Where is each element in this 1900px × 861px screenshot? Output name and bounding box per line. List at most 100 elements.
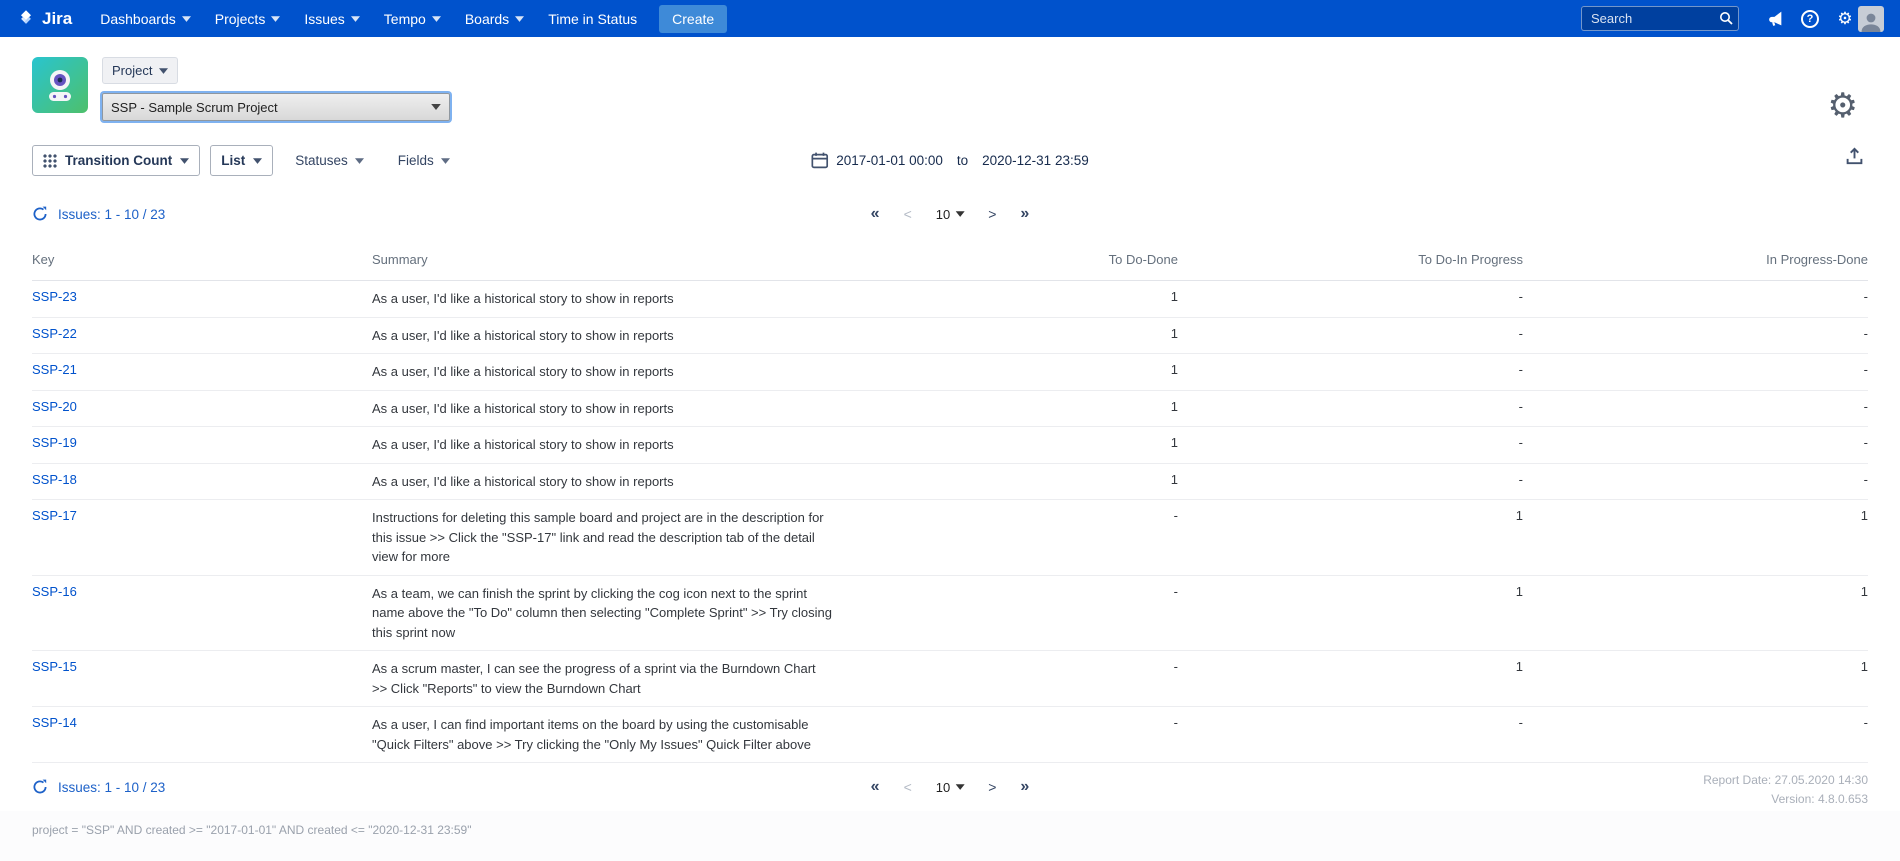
prev-page-button[interactable]: <: [904, 206, 912, 222]
nav-projects[interactable]: Projects: [203, 0, 293, 37]
issues-count-label: Issues: 1 - 10 / 23: [58, 207, 165, 222]
project-select[interactable]: SSP - Sample Scrum Project: [102, 93, 450, 121]
todo-inprogress-value: -: [1519, 472, 1523, 487]
help-icon[interactable]: ?: [1797, 6, 1823, 32]
fields-dropdown[interactable]: Fields: [386, 146, 462, 175]
report-settings-gear-icon[interactable]: ⚙: [1828, 89, 1858, 123]
issues-info: Issues: 1 - 10 / 23: [32, 779, 165, 795]
issue-key-link[interactable]: SSP-19: [32, 435, 77, 450]
list-controls-bottom: Issues: 1 - 10 / 23 « < 10 > » Report Da…: [0, 763, 1900, 811]
date-range-picker[interactable]: 2017-01-01 00:00 to 2020-12-31 23:59: [811, 152, 1088, 169]
issue-summary: As a user, I'd like a historical story t…: [372, 399, 833, 419]
column-header-key: Key: [32, 242, 372, 281]
project-controls: Project SSP - Sample Scrum Project: [102, 57, 450, 121]
refresh-icon[interactable]: [32, 206, 48, 222]
nav-tempo-label: Tempo: [384, 11, 426, 27]
last-page-button[interactable]: »: [1020, 778, 1029, 796]
prev-page-button[interactable]: <: [904, 779, 912, 795]
gear-glyph: ⚙: [1837, 10, 1852, 27]
chevron-down-icon: [253, 158, 262, 164]
column-header-todo-inprogress: To Do-In Progress: [1178, 242, 1523, 281]
todo-inprogress-value: -: [1519, 326, 1523, 341]
inprogress-done-value: -: [1864, 399, 1868, 414]
statuses-dropdown[interactable]: Statuses: [283, 146, 376, 175]
issues-count-label: Issues: 1 - 10 / 23: [58, 780, 165, 795]
statuses-label: Statuses: [295, 153, 348, 168]
table-row: SSP-22 As a user, I'd like a historical s…: [32, 317, 1868, 354]
table-header: Key Summary To Do-Done To Do-In Progress…: [32, 242, 1868, 281]
nav-issues[interactable]: Issues: [292, 0, 371, 37]
fields-label: Fields: [398, 153, 434, 168]
chevron-down-icon: [515, 16, 524, 22]
report-date: Report Date: 27.05.2020 14:30: [1703, 771, 1868, 790]
issue-summary: Instructions for deleting this sample bo…: [372, 508, 833, 567]
report-toolbar: Transition Count List Statuses Fields 20…: [0, 129, 1900, 190]
todo-done-value: -: [1174, 508, 1178, 523]
page-size-select[interactable]: 10: [936, 780, 964, 795]
search-input[interactable]: [1581, 6, 1739, 31]
report-type-label: Transition Count: [65, 153, 172, 168]
inprogress-done-value: 1: [1861, 659, 1868, 674]
issue-key-link[interactable]: SSP-18: [32, 472, 77, 487]
nav-time-in-status-label: Time in Status: [548, 11, 637, 27]
issue-key-link[interactable]: SSP-20: [32, 399, 77, 414]
admin-gear-icon[interactable]: ⚙: [1832, 6, 1858, 32]
inprogress-done-value: -: [1864, 326, 1868, 341]
issue-summary: As a user, I'd like a historical story t…: [372, 362, 833, 382]
next-page-button[interactable]: >: [988, 206, 996, 222]
issue-summary: As a user, I'd like a historical story t…: [372, 289, 833, 309]
scope-selector-button[interactable]: Project: [102, 57, 178, 84]
search-icon[interactable]: [1719, 11, 1733, 28]
create-button[interactable]: Create: [659, 5, 727, 33]
view-type-button[interactable]: List: [210, 145, 273, 176]
last-page-button[interactable]: »: [1020, 205, 1029, 223]
todo-done-value: 1: [1171, 362, 1178, 377]
project-avatar[interactable]: [32, 57, 88, 113]
page-size-select[interactable]: 10: [936, 207, 964, 222]
refresh-icon[interactable]: [32, 779, 48, 795]
first-page-button[interactable]: «: [871, 778, 880, 796]
issue-summary: As a team, we can finish the sprint by c…: [372, 584, 833, 643]
quick-search: [1581, 6, 1739, 31]
nav-dashboards-label: Dashboards: [100, 11, 176, 27]
issue-key-link[interactable]: SSP-23: [32, 289, 77, 304]
todo-inprogress-value: -: [1519, 435, 1523, 450]
list-controls-top: Issues: 1 - 10 / 23 « < 10 > »: [0, 190, 1900, 238]
first-page-button[interactable]: «: [871, 205, 880, 223]
main-menu: Dashboards Projects Issues Tempo Boards …: [88, 0, 649, 37]
issue-key-link[interactable]: SSP-14: [32, 715, 77, 730]
top-navigation: Jira Dashboards Projects Issues Tempo Bo…: [0, 0, 1900, 37]
date-separator: to: [957, 153, 968, 168]
issue-key-link[interactable]: SSP-22: [32, 326, 77, 341]
next-page-button[interactable]: >: [988, 779, 996, 795]
column-header-todo-done: To Do-Done: [833, 242, 1178, 281]
issue-summary: As a user, I'd like a historical story t…: [372, 472, 833, 492]
todo-done-value: -: [1174, 659, 1178, 674]
chevron-down-icon: [955, 211, 964, 217]
issue-summary: As a scrum master, I can see the progres…: [372, 659, 833, 698]
nav-tempo[interactable]: Tempo: [372, 0, 453, 37]
issue-key-link[interactable]: SSP-15: [32, 659, 77, 674]
jira-logo[interactable]: Jira: [16, 9, 72, 29]
report-type-button[interactable]: Transition Count: [32, 145, 200, 176]
user-avatar[interactable]: [1858, 6, 1884, 32]
issue-key-link[interactable]: SSP-17: [32, 508, 77, 523]
issues-table-body: SSP-23 As a user, I'd like a historical s…: [32, 281, 1868, 763]
nav-dashboards[interactable]: Dashboards: [88, 0, 203, 37]
nav-time-in-status[interactable]: Time in Status: [536, 0, 649, 37]
todo-inprogress-value: -: [1519, 289, 1523, 304]
nav-projects-label: Projects: [215, 11, 266, 27]
issue-key-link[interactable]: SSP-16: [32, 584, 77, 599]
inprogress-done-value: -: [1864, 715, 1868, 730]
project-select-value: SSP - Sample Scrum Project: [111, 100, 278, 115]
table-row: SSP-23 As a user, I'd like a historical s…: [32, 281, 1868, 318]
issue-summary: As a user, I'd like a historical story t…: [372, 326, 833, 346]
announcements-icon[interactable]: [1762, 6, 1788, 32]
export-icon[interactable]: [1845, 147, 1864, 169]
nav-boards[interactable]: Boards: [453, 0, 536, 37]
issue-summary: As a user, I can find important items on…: [372, 715, 833, 754]
issue-key-link[interactable]: SSP-21: [32, 362, 77, 377]
table-row: SSP-15 As a scrum master, I can see the p…: [32, 651, 1868, 707]
pagination-top: « < 10 > »: [871, 205, 1030, 223]
date-from: 2017-01-01 00:00: [836, 153, 943, 168]
